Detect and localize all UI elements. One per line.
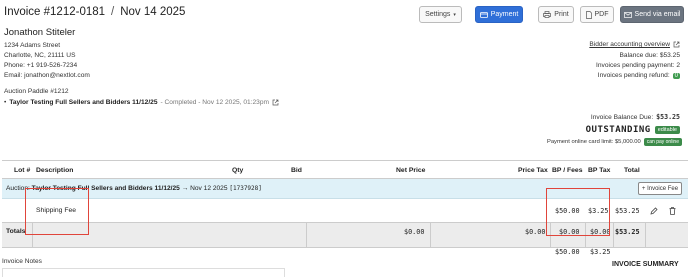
pdf-file-icon [585,10,592,19]
col-bp-tax: BP Tax [588,167,611,174]
totals-divider [645,223,646,248]
status-text: OUTSTANDING [585,125,651,135]
customer-email: Email: jonathon@nextlot.com [4,72,90,79]
invoice-title: Invoice #1212-0181 / Nov 14 2025 [4,6,185,18]
pdf-label: PDF [594,11,609,18]
invoice-summary-heading: INVOICE SUMMARY [612,261,679,268]
invoice-status: OUTSTANDING editable [586,125,680,135]
card-limit-text: Payment online card limit: $5,000.00 [546,139,641,145]
editable-badge[interactable]: editable [654,126,680,134]
can-pay-online-badge: can pay online [643,138,682,146]
totals-label: Totals [6,228,26,235]
pending-payment: Invoices pending payment: 2 [596,62,680,69]
print-label: Print [554,11,569,18]
trash-icon[interactable] [669,207,676,215]
invoice-balance-value: $53.25 [656,113,680,121]
item-total: $53.25 [615,207,640,215]
auction-entry: • Taylor Testing Full Sellers and Bidder… [4,99,279,106]
totals-bp-tax-sum: $3.25 [590,248,611,256]
settings-button[interactable]: Settings ▾ [419,6,462,23]
col-price-tax: Price Tax [518,167,548,174]
pending-refund-label: Invoices pending refund: [597,72,670,79]
customer-address: 1234 Adams Street Charlotte, NC, 21111 U… [4,41,90,81]
col-total: Total [624,167,640,174]
pending-refund: Invoices pending refund: 0 [598,72,680,79]
external-link-icon[interactable] [272,99,279,106]
col-description: Description [36,167,74,174]
table-header: Lot # Description Qty Bid Net Price Pric… [2,160,688,179]
credit-card-icon [479,11,488,18]
invoice-balance-due: Invoice Balance Due: $53.25 [591,113,680,121]
auction-paddle: Auction Paddle #1212 [4,88,69,95]
invoice-date: Nov 14 2025 [120,6,186,18]
settings-label: Settings [425,11,451,18]
totals-total: $53.25 [615,228,640,236]
invoice-notes-field[interactable] [2,268,285,277]
totals-net-price: $0.00 [404,228,425,236]
totals-divider [306,223,307,248]
col-bid: Bid [291,167,302,174]
customer-name: Jonathon Stiteler [4,27,76,38]
envelope-icon [623,11,632,18]
invoice-notes-label: Invoice Notes [2,258,42,265]
caret-down-icon: ▾ [453,11,456,18]
pending-refund-badge: 0 [672,72,680,79]
title-separator: / [111,6,115,18]
add-invoice-fee-button[interactable]: + Invoice Fee [638,182,682,195]
col-net-price: Net Price [396,167,426,174]
group-id: [1737928] [229,185,262,192]
col-qty: Qty [232,167,244,174]
auction-name-link[interactable]: Taylor Testing Full Sellers and Bidders … [9,99,157,106]
arrow-icon: → [181,185,189,192]
totals-divider [430,223,431,248]
col-lot: Lot # [14,167,31,174]
accounting-overview[interactable]: Bidder accounting overview [589,41,680,48]
accounting-overview-link[interactable]: Bidder accounting overview [589,41,670,48]
card-limit: Payment online card limit: $5,000.00 can… [547,138,682,146]
invoice-balance-label: Invoice Balance Due: [590,113,654,121]
send-email-button[interactable]: Send via email [620,6,684,23]
bullet: • [4,99,7,106]
payment-label: Payment [490,11,519,18]
invoice-number: Invoice #1212-0181 [4,6,106,18]
highlight-box-description [25,188,89,235]
auction-status: - Completed - Nov 12 2025, 01:23pm [160,99,269,106]
address-city: Charlotte, NC, 21111 US [4,52,76,59]
address-street: 1234 Adams Street [4,42,61,49]
print-icon [543,11,552,18]
totals-bp-fees-sum: $50.00 [555,248,580,256]
edit-icon[interactable] [650,207,658,215]
totals-divider [613,223,614,248]
group-date: Nov 12 2025 [190,185,228,192]
send-email-label: Send via email [634,11,681,18]
payment-button[interactable]: Payment [475,6,523,23]
totals-price-tax: $0.00 [525,228,546,236]
customer-phone: Phone: +1 919-526-7234 [4,62,78,69]
col-bp-fees: BP / Fees [552,167,583,174]
print-button[interactable]: Print [538,6,574,23]
pdf-button[interactable]: PDF [580,6,614,23]
highlight-box-fees [546,188,610,236]
balance-due: Balance due: $53.25 [619,52,681,59]
external-link-icon[interactable] [673,41,680,48]
